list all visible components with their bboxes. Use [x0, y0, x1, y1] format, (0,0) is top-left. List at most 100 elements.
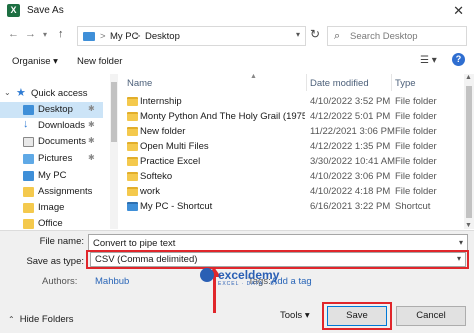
authors-value[interactable]: Mahbub — [95, 276, 129, 287]
file-row[interactable]: My PC - Shortcut 6/16/2021 3:22 PM Short… — [120, 199, 464, 213]
window-title: Save As — [27, 5, 64, 16]
excel-icon: X — [7, 4, 20, 17]
pin-icon[interactable]: ✱ — [88, 136, 95, 145]
file-date: 4/10/2022 3:52 PM — [310, 96, 391, 107]
nav-item-label: Image — [38, 202, 65, 213]
chevron-down-icon[interactable]: ⌄ — [4, 88, 11, 97]
pin-icon[interactable]: ✱ — [88, 153, 95, 162]
organise-button[interactable]: Organise ▾ — [12, 56, 58, 67]
pc-icon — [23, 171, 34, 181]
file-type: Shortcut — [395, 201, 431, 212]
file-row[interactable]: Practice Excel 3/30/2022 10:41 AM File f… — [120, 154, 464, 168]
watermark-subtitle: EXCEL · DATA · BI — [218, 281, 278, 287]
nav-item-label: Pictures — [38, 153, 73, 164]
exceldemy-logo-icon — [200, 268, 214, 282]
file-type: File folder — [395, 186, 437, 197]
file-date: 11/22/2021 3:06 PM — [310, 126, 395, 137]
chevron-down-icon[interactable]: ▾ — [296, 30, 300, 39]
search-input[interactable]: ⌕ Search Desktop — [327, 26, 467, 46]
nav-item-my-pc[interactable]: My PC — [0, 168, 103, 184]
pc-icon — [83, 32, 95, 41]
chevron-up-icon: ⌃ — [8, 315, 15, 324]
file-type: File folder — [395, 111, 437, 122]
column-header-date[interactable]: Date modified — [310, 78, 369, 89]
nav-item-image[interactable]: Image — [0, 200, 103, 216]
file-date: 4/12/2022 1:35 PM — [310, 141, 391, 152]
cancel-button[interactable]: Cancel — [396, 306, 466, 326]
file-type: File folder — [395, 171, 437, 182]
annotation-arrow — [213, 275, 216, 313]
watermark-name: exceldemy — [218, 268, 280, 282]
back-arrow-icon[interactable]: ← — [8, 28, 19, 40]
file-name-label: File name: — [39, 236, 84, 247]
column-header-type[interactable]: Type — [395, 78, 416, 89]
folder-icon — [127, 127, 138, 136]
nav-item-label: Office — [38, 218, 63, 229]
folder-icon — [23, 203, 34, 213]
column-divider[interactable] — [391, 74, 392, 91]
file-type: File folder — [395, 156, 437, 167]
file-row[interactable]: New folder 11/22/2021 3:06 PM File folde… — [120, 124, 464, 138]
column-header-name[interactable]: Name — [127, 78, 152, 89]
file-name: Practice Excel — [140, 156, 201, 167]
close-icon[interactable]: ✕ — [453, 3, 464, 19]
search-icon: ⌕ — [334, 30, 341, 42]
file-row[interactable]: Softeko 4/10/2022 3:06 PM File folder — [120, 169, 464, 183]
file-date: 4/10/2022 3:06 PM — [310, 171, 391, 182]
nav-item-label: Desktop — [38, 104, 73, 115]
forward-arrow-icon[interactable]: → — [25, 28, 36, 40]
file-name: New folder — [140, 126, 186, 137]
file-name: My PC - Shortcut — [140, 201, 213, 212]
scroll-down-icon[interactable]: ▼ — [465, 222, 472, 229]
star-icon: ★ — [16, 87, 26, 99]
documents-icon — [23, 137, 34, 147]
folder-icon — [23, 219, 34, 229]
up-arrow-icon[interactable]: ↑ — [58, 28, 64, 40]
new-folder-button[interactable]: New folder — [77, 56, 122, 67]
file-list: ▲ Name Date modified Type Internship 4/1… — [120, 74, 464, 229]
pin-icon[interactable]: ✱ — [88, 120, 95, 129]
nav-item-office[interactable]: Office — [0, 216, 103, 229]
nav-item-quick-access[interactable]: ⌄ ★ Quick access — [0, 86, 103, 102]
folder-icon — [127, 142, 138, 151]
view-options-icon[interactable]: ☰ ▾ — [420, 55, 437, 66]
refresh-icon[interactable]: ↻ — [310, 27, 320, 41]
folder-icon — [127, 172, 138, 181]
nav-item-documents[interactable]: Documents ✱ — [0, 134, 103, 150]
pictures-icon — [23, 154, 34, 164]
pin-icon[interactable]: ✱ — [88, 104, 95, 113]
crumb-desktop[interactable]: Desktop — [145, 31, 180, 42]
file-list-scrollbar[interactable]: ▲ ▼ — [464, 74, 474, 229]
file-date: 4/10/2022 4:18 PM — [310, 186, 391, 197]
file-name-value: Convert to pipe text — [93, 238, 176, 249]
file-row[interactable]: work 4/10/2022 4:18 PM File folder — [120, 184, 464, 198]
highlight-box-save — [322, 302, 392, 330]
column-divider[interactable] — [306, 74, 307, 91]
address-box[interactable]: > My PC > Desktop ▾ — [77, 26, 306, 46]
scrollbar-thumb[interactable] — [466, 86, 472, 218]
chevron-down-icon[interactable]: ▾ — [459, 238, 463, 247]
nav-item-assignments[interactable]: Assignments — [0, 184, 103, 200]
nav-item-downloads[interactable]: ↓ Downloads ✱ — [0, 118, 103, 134]
download-icon: ↓ — [23, 118, 29, 130]
shortcut-icon — [127, 202, 138, 211]
recent-locations-icon[interactable]: ▾ — [43, 30, 47, 39]
scroll-up-icon[interactable]: ▲ — [465, 74, 472, 81]
nav-item-label: My PC — [38, 170, 67, 181]
tools-menu[interactable]: Tools ▾ — [280, 310, 310, 321]
hide-folders-button[interactable]: ⌃ Hide Folders — [8, 314, 74, 325]
crumb-separator: > — [135, 31, 141, 42]
nav-scrollbar[interactable] — [110, 74, 118, 229]
help-icon[interactable]: ? — [452, 53, 465, 66]
file-row[interactable]: Monty Python And The Holy Grail (1975) .… — [120, 109, 464, 123]
file-date: 6/16/2021 3:22 PM — [310, 201, 391, 212]
nav-item-desktop[interactable]: Desktop ✱ — [0, 102, 103, 118]
file-name: work — [140, 186, 161, 197]
scrollbar-thumb[interactable] — [111, 82, 117, 142]
search-placeholder: Search Desktop — [350, 31, 418, 42]
file-row[interactable]: Internship 4/10/2022 3:52 PM File folder — [120, 94, 464, 108]
hide-folders-label: Hide Folders — [19, 314, 74, 325]
nav-item-pictures[interactable]: Pictures ✱ — [0, 151, 103, 167]
file-row[interactable]: Open Multi Files 4/12/2022 1:35 PM File … — [120, 139, 464, 153]
authors-label: Authors: — [42, 276, 78, 287]
